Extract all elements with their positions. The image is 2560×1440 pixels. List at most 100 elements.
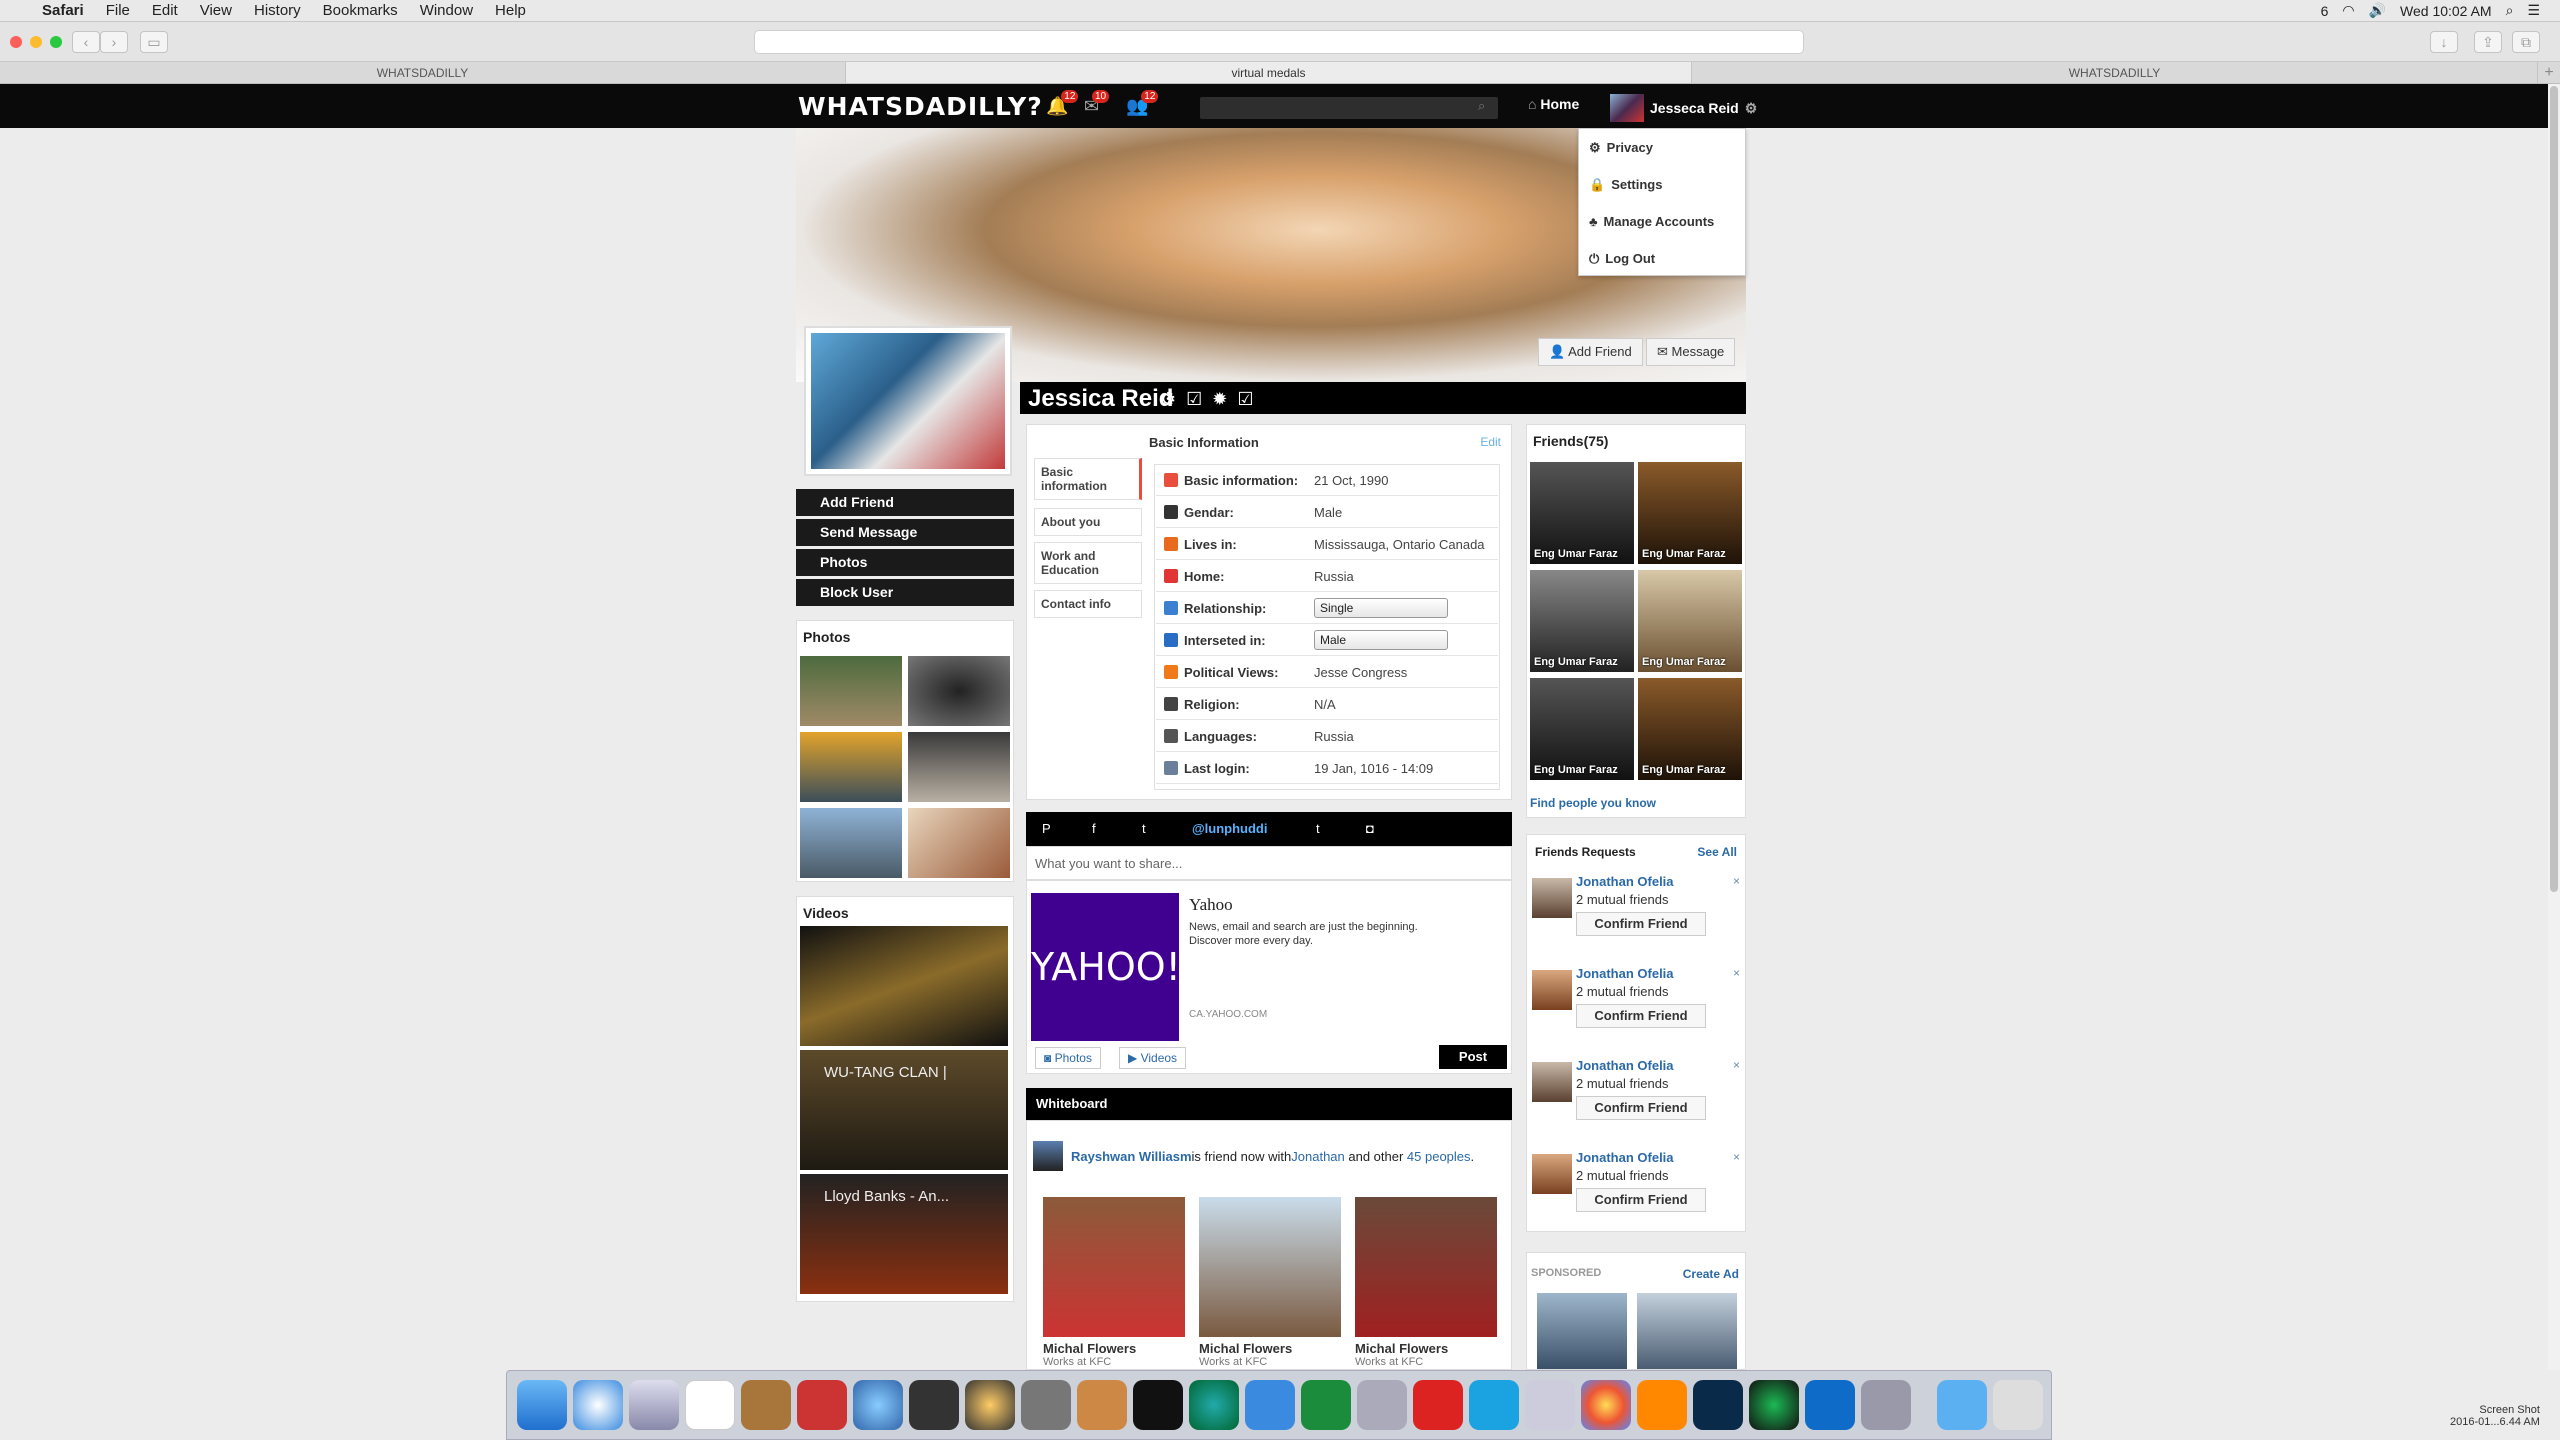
avatar[interactable] <box>1532 1154 1572 1194</box>
left-add-friend-button[interactable]: Add Friend <box>796 489 1014 516</box>
scrollbar-thumb[interactable] <box>2550 86 2558 892</box>
garageband-icon[interactable] <box>1077 1380 1127 1430</box>
friend-card[interactable]: Michal Flowers Works at KFC <box>1355 1197 1497 1368</box>
request-name[interactable]: Jonathan Ofelia <box>1576 874 1674 889</box>
friend-thumb[interactable]: Eng Umar Faraz <box>1638 570 1742 672</box>
time-machine-icon[interactable] <box>1189 1380 1239 1430</box>
tab-about-you[interactable]: About you <box>1034 508 1142 536</box>
avatar[interactable] <box>1532 1062 1572 1102</box>
teamviewer-icon[interactable] <box>1805 1380 1855 1430</box>
block-user-button[interactable]: Block User <box>796 579 1014 606</box>
video-thumb[interactable] <box>800 926 1008 1046</box>
powerpoint-icon[interactable] <box>1413 1380 1463 1430</box>
photos-button[interactable]: Photos <box>796 549 1014 576</box>
avatar[interactable] <box>1033 1141 1063 1171</box>
create-ad-link[interactable]: Create Ad <box>1683 1267 1739 1281</box>
menu-history[interactable]: History <box>254 2 301 19</box>
confirm-friend-button[interactable]: Confirm Friend <box>1576 1188 1706 1212</box>
photo-booth-icon[interactable] <box>797 1380 847 1430</box>
social-handle[interactable]: @lunphuddi <box>1192 821 1268 836</box>
folder-icon[interactable] <box>1937 1380 1987 1430</box>
site-search-input[interactable] <box>1200 97 1498 119</box>
friend-card[interactable]: Michal Flowers Works at KFC <box>1043 1197 1185 1368</box>
friend-requests-icon[interactable]: 👥 12 <box>1126 90 1159 117</box>
dropdown-logout[interactable]: ⏻ Log Out <box>1579 240 1745 277</box>
skype-icon[interactable] <box>1469 1380 1519 1430</box>
confirm-friend-button[interactable]: Confirm Friend <box>1576 912 1706 936</box>
close-window-button[interactable] <box>10 36 22 48</box>
video-thumb[interactable]: WU-TANG CLAN | <box>800 1050 1008 1170</box>
photo-thumb[interactable] <box>800 732 902 802</box>
image-capture-icon[interactable] <box>1525 1380 1575 1430</box>
photo-thumb[interactable] <box>908 656 1010 726</box>
finder-icon[interactable] <box>517 1380 567 1430</box>
dropdown-settings[interactable]: 🔒 Settings <box>1579 166 1745 203</box>
share-input[interactable]: What you want to share... <box>1026 846 1512 880</box>
sidebar-toggle-icon[interactable]: ▭ <box>140 31 168 53</box>
tab-virtual-medals[interactable]: virtual medals <box>846 62 1692 83</box>
menu-bookmarks[interactable]: Bookmarks <box>323 2 398 19</box>
activity-friend[interactable]: Jonathan <box>1291 1149 1345 1164</box>
photoshop-icon[interactable] <box>1693 1380 1743 1430</box>
friend-thumb[interactable]: Eng Umar Faraz <box>1638 462 1742 564</box>
ad-image[interactable] <box>1637 1293 1737 1369</box>
edit-link[interactable]: Edit <box>1480 435 1501 449</box>
volume-icon[interactable]: 🔊 <box>2369 2 2386 19</box>
minimize-window-button[interactable] <box>30 36 42 48</box>
photo-thumb[interactable] <box>908 732 1010 802</box>
photo-thumb[interactable] <box>800 656 902 726</box>
instagram-icon[interactable]: ◘ <box>1366 821 1374 836</box>
post-button[interactable]: Post <box>1439 1045 1507 1069</box>
system-preferences-icon[interactable] <box>1021 1380 1071 1430</box>
desktop-screenshot-file[interactable]: Screen Shot 2016-01...6.44 AM <box>2450 1404 2540 1428</box>
ad-image[interactable] <box>1537 1293 1627 1369</box>
info-row-select[interactable]: Single <box>1314 598 1448 618</box>
photo-thumb[interactable] <box>800 808 902 878</box>
dismiss-request-icon[interactable]: × <box>1733 966 1740 980</box>
ibooks-icon[interactable] <box>1637 1380 1687 1430</box>
tab-whatsdadilly-2[interactable]: WHATSDADILLY <box>1692 62 2538 83</box>
notifications-icon[interactable]: 🔔 12 <box>1046 90 1079 117</box>
message-button[interactable]: ✉ Message <box>1646 338 1736 366</box>
imovie-icon[interactable] <box>909 1380 959 1430</box>
address-bar[interactable] <box>754 30 1804 54</box>
confirm-friend-button[interactable]: Confirm Friend <box>1576 1096 1706 1120</box>
menu-app[interactable]: Safari <box>42 2 84 19</box>
friend-thumb[interactable]: Eng Umar Faraz <box>1530 678 1634 780</box>
menu-view[interactable]: View <box>200 2 232 19</box>
compressor-icon[interactable] <box>965 1380 1015 1430</box>
piano-icon[interactable] <box>1133 1380 1183 1430</box>
avatar[interactable] <box>1532 970 1572 1010</box>
status-count[interactable]: 6 <box>2321 3 2329 19</box>
tab-basic-info[interactable]: Basic information <box>1034 458 1142 500</box>
site-logo[interactable]: WHATSDADILLY? <box>798 92 1043 121</box>
new-tab-button[interactable]: + <box>2538 62 2560 83</box>
menu-file[interactable]: File <box>106 2 130 19</box>
tumblr-icon[interactable]: t <box>1316 821 1320 836</box>
find-people-link[interactable]: Find people you know <box>1530 796 1656 810</box>
attach-photos-button[interactable]: ◙ Photos <box>1035 1047 1101 1069</box>
messages-dock-icon[interactable] <box>853 1380 903 1430</box>
people-icon[interactable] <box>1245 1380 1295 1430</box>
user-menu[interactable]: Jesseca Reid ⚙ <box>1610 94 1757 122</box>
dismiss-request-icon[interactable]: × <box>1733 874 1740 888</box>
excel-icon[interactable] <box>1301 1380 1351 1430</box>
menu-window[interactable]: Window <box>420 2 473 19</box>
back-button[interactable]: ‹ <box>72 31 100 53</box>
activity-actor[interactable]: Rayshwan Williasm <box>1071 1149 1192 1164</box>
notification-icon[interactable]: ☰ <box>2527 2 2540 19</box>
share-icon[interactable]: ⇪ <box>2474 31 2502 53</box>
safari-icon[interactable] <box>573 1380 623 1430</box>
tabs-overview-icon[interactable]: ⧉ <box>2512 31 2540 53</box>
photo-thumb[interactable] <box>908 808 1010 878</box>
friend-thumb[interactable]: Eng Umar Faraz <box>1530 570 1634 672</box>
gear-icon[interactable]: ⚙ <box>1745 100 1758 117</box>
attach-videos-button[interactable]: ▶ Videos <box>1119 1047 1187 1069</box>
contacts-icon[interactable] <box>741 1380 791 1430</box>
info-row-select[interactable]: Male <box>1314 630 1448 650</box>
screenshot-app-icon[interactable] <box>1861 1380 1911 1430</box>
request-name[interactable]: Jonathan Ofelia <box>1576 966 1674 981</box>
friend-thumb[interactable]: Eng Umar Faraz <box>1530 462 1634 564</box>
facebook-icon[interactable]: f <box>1092 821 1096 836</box>
menu-edit[interactable]: Edit <box>152 2 178 19</box>
